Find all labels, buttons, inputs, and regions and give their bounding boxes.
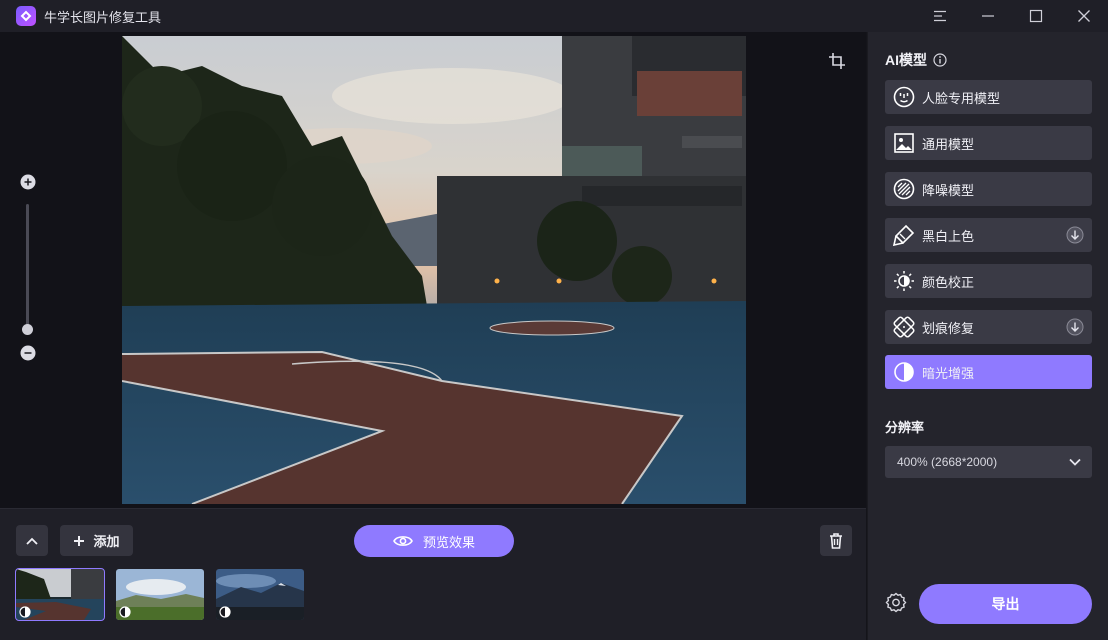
photo-preview	[122, 36, 746, 504]
contrast-badge-icon	[19, 606, 31, 618]
thumbnail-green-valley[interactable]	[116, 569, 204, 620]
model-denoise-label: 降噪模型	[922, 182, 975, 198]
title-bar: 牛学长图片修复工具	[0, 0, 1108, 32]
contrast-badge-icon	[119, 606, 131, 618]
maximize-icon[interactable]	[1012, 0, 1060, 32]
resolution-title: 分辨率	[885, 420, 925, 435]
thumbnail-basketball-court[interactable]	[15, 568, 105, 621]
preview-button-label: 预览效果	[422, 534, 475, 550]
image-icon	[893, 132, 915, 154]
download-icon[interactable]	[1066, 318, 1084, 336]
bottom-toolbar: 添加 预览效果	[0, 508, 866, 640]
window-controls	[916, 0, 1108, 32]
sun-icon	[893, 270, 915, 292]
export-button[interactable]: 导出	[919, 584, 1092, 624]
face-icon	[893, 86, 915, 108]
delete-button[interactable]	[820, 525, 852, 556]
ai-model-heading: AI模型	[885, 50, 947, 70]
model-color-correction[interactable]: 颜色校正	[885, 264, 1092, 298]
model-face[interactable]: 人脸专用模型	[885, 80, 1092, 114]
scratch-repair-icon	[893, 316, 915, 338]
contrast-icon	[893, 361, 915, 383]
add-button-label: 添加	[93, 534, 120, 549]
info-icon[interactable]	[933, 53, 947, 67]
app-title: 牛学长图片修复工具	[44, 9, 162, 25]
model-colorize-label: 黑白上色	[922, 228, 975, 244]
model-colorize[interactable]: 黑白上色	[885, 218, 1092, 252]
resolution-select[interactable]: 400% (2668*2000)	[885, 446, 1092, 478]
chevron-down-icon	[1069, 458, 1081, 466]
model-general[interactable]: 通用模型	[885, 126, 1092, 160]
add-button[interactable]: 添加	[60, 525, 133, 556]
zoom-out-icon[interactable]	[20, 345, 36, 361]
model-scratch-repair[interactable]: 划痕修复	[885, 310, 1092, 344]
thumbnail-mountain-dusk[interactable]	[216, 569, 304, 620]
minimize-icon[interactable]	[964, 0, 1012, 32]
model-color-correction-label: 颜色校正	[922, 274, 975, 290]
resolution-value: 400% (2668*2000)	[897, 455, 998, 469]
contrast-badge-icon	[219, 606, 231, 618]
model-face-label: 人脸专用模型	[922, 90, 1001, 106]
close-icon[interactable]	[1060, 0, 1108, 32]
colorize-brush-icon	[893, 224, 915, 246]
model-scratch-repair-label: 划痕修复	[922, 320, 975, 336]
zoom-slider-track[interactable]	[26, 204, 29, 332]
preview-button[interactable]: 预览效果	[354, 525, 514, 557]
denoise-icon	[893, 178, 915, 200]
eye-icon	[393, 536, 413, 546]
gear-icon[interactable]	[885, 592, 907, 614]
ai-model-title: AI模型	[885, 52, 927, 68]
zoom-in-icon[interactable]	[20, 174, 36, 190]
crop-icon[interactable]	[828, 52, 848, 72]
model-denoise[interactable]: 降噪模型	[885, 172, 1092, 206]
zoom-slider-handle[interactable]	[22, 324, 33, 335]
model-general-label: 通用模型	[922, 136, 975, 152]
app-logo-icon	[16, 6, 36, 26]
settings-panel: AI模型 人脸专用模型 通用模型 降噪模型 黑白上色 颜色校正 划痕修复 暗光增…	[867, 32, 1108, 640]
model-low-light-label: 暗光增强	[922, 365, 975, 381]
download-icon[interactable]	[1066, 226, 1084, 244]
collapse-button[interactable]	[16, 525, 48, 556]
model-low-light[interactable]: 暗光增强	[885, 355, 1092, 389]
canvas-area	[0, 32, 866, 508]
trash-icon	[830, 532, 842, 549]
plus-icon	[74, 535, 85, 546]
menu-icon[interactable]	[916, 0, 964, 32]
